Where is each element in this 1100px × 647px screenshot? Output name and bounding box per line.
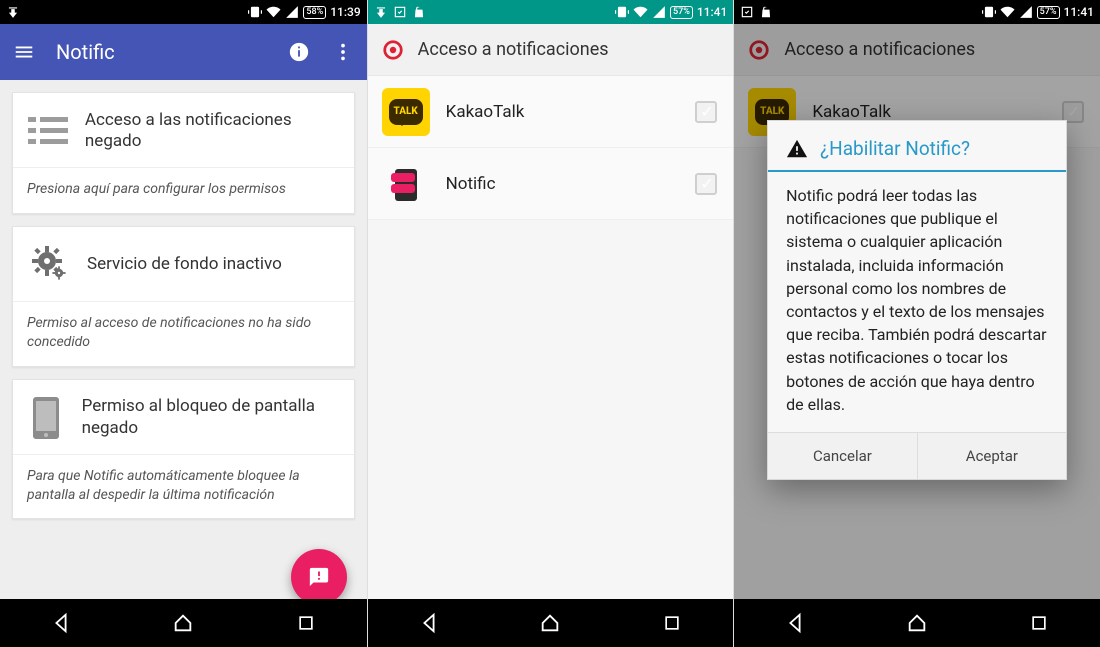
checkbox[interactable]: ✓ (695, 101, 717, 123)
enable-dialog: ¿Habilitar Notific? Notific podrá leer t… (767, 120, 1067, 480)
card-background-service[interactable]: Servicio de fondo inactivo Permiso al ac… (12, 226, 355, 367)
status-bar: 57% 11:41 (368, 0, 734, 24)
nav-home[interactable] (887, 612, 947, 634)
info-icon[interactable] (287, 41, 311, 63)
nav-recent[interactable] (642, 613, 702, 633)
wifi-icon (266, 5, 281, 19)
battery-indicator: 57% (1037, 6, 1060, 19)
dialog-body: Notific podrá leer todas las notificacio… (768, 184, 1066, 432)
card-subtitle: Para que Notific automáticamente bloquee… (13, 455, 354, 519)
phone-screen-3: 57% 11:41 Acceso a notificaciones TALK K… (733, 0, 1100, 647)
app-bar: Notific (0, 24, 367, 80)
card-subtitle: Permiso al acceso de notificaciones no h… (13, 302, 354, 366)
wifi-icon (633, 5, 648, 19)
card-title: Acceso a las notificaciones negado (85, 110, 340, 153)
screenshot-icon (740, 5, 754, 19)
vibrate-icon (248, 5, 262, 19)
wifi-icon (1000, 5, 1015, 19)
download-icon (6, 5, 20, 19)
phone-icon (27, 396, 66, 440)
content-area: Acceso a las notificaciones negado Presi… (0, 80, 367, 599)
kakao-icon: TALK (382, 88, 430, 136)
store-icon (412, 5, 426, 19)
settings-title: Acceso a notificaciones (418, 39, 609, 60)
nav-bar (734, 599, 1100, 647)
battery-indicator: 57% (670, 6, 693, 19)
notific-icon (382, 160, 430, 208)
feedback-fab[interactable] (291, 549, 347, 599)
app-title: Notific (56, 40, 267, 64)
app-list: TALK KakaoTalk ✓ Notific ✓ (368, 76, 734, 599)
warning-icon (786, 138, 808, 160)
nav-back[interactable] (765, 612, 825, 634)
card-notification-access[interactable]: Acceso a las notificaciones negado Presi… (12, 92, 355, 214)
clock: 11:39 (330, 5, 360, 19)
signal-icon (652, 5, 666, 19)
screenshot-icon (393, 5, 407, 19)
signal-icon (1019, 5, 1033, 19)
gear-icon (382, 39, 404, 61)
dialog-actions: Cancelar Aceptar (768, 432, 1066, 479)
dialog-title: ¿Habilitar Notific? (820, 137, 970, 160)
battery-indicator: 58% (303, 6, 326, 19)
nav-home[interactable] (153, 612, 213, 634)
checkbox[interactable]: ✓ (695, 173, 717, 195)
nav-back[interactable] (399, 612, 459, 634)
card-title: Permiso al bloqueo de pantalla negado (82, 396, 340, 439)
store-icon (759, 5, 773, 19)
nav-recent[interactable] (1009, 613, 1069, 633)
list-icon (27, 109, 69, 153)
nav-back[interactable] (31, 612, 91, 634)
card-lockscreen-permission[interactable]: Permiso al bloqueo de pantalla negado Pa… (12, 379, 355, 520)
signal-icon (285, 5, 299, 19)
list-item-label: KakaoTalk (446, 102, 680, 122)
download-icon (374, 5, 388, 19)
settings-header: Acceso a notificaciones (368, 24, 734, 76)
cancel-button[interactable]: Cancelar (768, 433, 917, 479)
clock: 11:41 (1064, 5, 1094, 19)
clock: 11:41 (697, 5, 727, 19)
card-subtitle: Presiona aquí para configurar los permis… (13, 168, 354, 213)
nav-recent[interactable] (276, 613, 336, 633)
phone-screen-2: 57% 11:41 Acceso a notificaciones TALK K… (367, 0, 734, 647)
list-item-label: Notific (446, 174, 680, 194)
accept-button[interactable]: Aceptar (917, 433, 1067, 479)
card-title: Servicio de fondo inactivo (87, 254, 282, 275)
phone-screen-1: 58% 11:39 Notific Ac (0, 0, 367, 647)
status-bar: 57% 11:41 (734, 0, 1100, 24)
status-bar: 58% 11:39 (0, 0, 367, 24)
vibrate-icon (982, 5, 996, 19)
list-item-notific[interactable]: Notific ✓ (368, 148, 734, 220)
nav-bar (0, 599, 367, 647)
modal-overlay: ¿Habilitar Notific? Notific podrá leer t… (734, 24, 1100, 599)
gears-icon (27, 243, 71, 287)
overflow-icon[interactable] (331, 41, 355, 63)
vibrate-icon (615, 5, 629, 19)
hamburger-icon[interactable] (12, 41, 36, 63)
nav-home[interactable] (520, 612, 580, 634)
nav-bar (368, 599, 734, 647)
list-item-kakaotalk[interactable]: TALK KakaoTalk ✓ (368, 76, 734, 148)
